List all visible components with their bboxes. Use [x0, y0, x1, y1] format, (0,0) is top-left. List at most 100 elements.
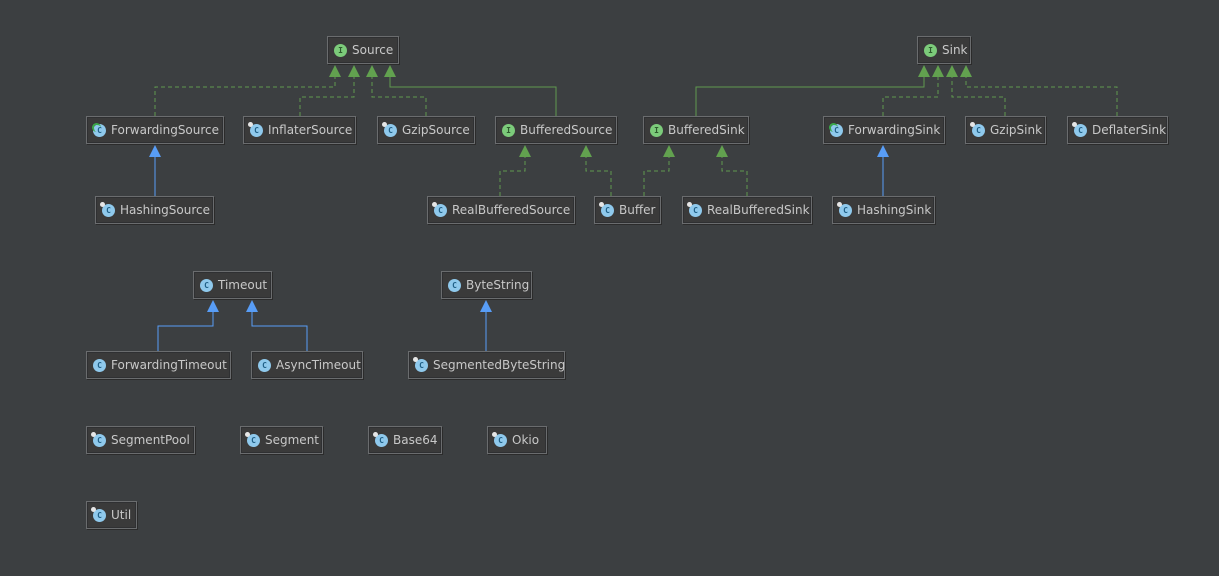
final-marker-icon [492, 431, 497, 437]
arrowhead-icon [960, 65, 972, 77]
edge-real-buffered-sink-to-buffered-sink [716, 145, 748, 196]
final-marker-icon [100, 201, 105, 207]
class-icon: C [837, 201, 852, 217]
abstract-class-icon: C [92, 122, 106, 137]
node-segment-pool[interactable]: C SegmentPool [86, 426, 195, 454]
node-buffered-source[interactable]: I BufferedSource [495, 116, 617, 144]
node-base64[interactable]: C Base64 [368, 426, 442, 454]
class-icon: C [1072, 121, 1087, 137]
edge-async-timeout-to-timeout [246, 300, 308, 351]
node-segmented-byte-string[interactable]: C SegmentedByteString [408, 351, 565, 379]
edge-hashing-sink-to-forwarding-sink [877, 145, 889, 196]
edge-line [251, 312, 308, 351]
arrowhead-icon [384, 65, 396, 77]
node-okio[interactable]: C Okio [487, 426, 547, 454]
edges-layer [149, 65, 1118, 351]
node-forwarding-sink[interactable]: C ForwardingSink [823, 116, 945, 144]
arrowhead-icon [348, 65, 360, 77]
node-byte-string[interactable]: C ByteString [441, 271, 532, 299]
node-label: RealBufferedSource [452, 203, 571, 217]
node-util[interactable]: C Util [86, 501, 137, 529]
node-sink[interactable]: I Sink [917, 36, 971, 64]
class-icon: C [248, 121, 263, 137]
node-real-buffered-source[interactable]: C RealBufferedSource [427, 196, 575, 224]
edge-line [695, 77, 925, 116]
node-label: HashingSink [857, 203, 932, 217]
arrowhead-icon [663, 145, 675, 157]
final-marker-icon [413, 356, 418, 362]
edge-buffer-to-buffered-source [580, 145, 612, 196]
edge-buffer-to-buffered-sink [643, 145, 675, 196]
arrowhead-icon [480, 300, 492, 312]
edge-line [585, 157, 612, 196]
class-icon: C [245, 431, 260, 447]
arrowhead-icon [946, 65, 958, 77]
class-icon: C [970, 121, 985, 137]
edge-gzip-sink-to-sink [946, 65, 1006, 116]
arrowhead-icon [329, 65, 341, 77]
final-marker-icon [687, 201, 692, 207]
node-label: BufferedSource [520, 123, 613, 137]
node-hashing-sink[interactable]: C HashingSink [832, 196, 935, 224]
node-deflater-sink[interactable]: C DeflaterSink [1067, 116, 1168, 144]
node-buffer[interactable]: C Buffer [594, 196, 661, 224]
edge-forwarding-source-to-source [154, 65, 341, 116]
node-label: GzipSink [990, 123, 1043, 137]
node-forwarding-source[interactable]: C ForwardingSource [86, 116, 224, 144]
node-label: Source [352, 43, 394, 57]
class-icon: C [373, 431, 388, 447]
edge-deflater-sink-to-sink [960, 65, 1118, 116]
node-label: Timeout [218, 278, 268, 292]
edge-forwarding-timeout-to-timeout [157, 300, 219, 351]
node-async-timeout[interactable]: C AsyncTimeout [251, 351, 363, 379]
node-label: ForwardingSource [111, 123, 220, 137]
edge-line [882, 77, 939, 116]
node-label: Sink [942, 43, 968, 57]
class-icon: C [100, 201, 115, 217]
edge-line [154, 77, 336, 116]
node-label: RealBufferedSink [707, 203, 810, 217]
class-icon: C [91, 431, 106, 447]
edge-segmented-byte-string-to-byte-string [480, 300, 492, 351]
node-label: DeflaterSink [1092, 123, 1167, 137]
arrowhead-icon [877, 145, 889, 157]
node-label: AsyncTimeout [276, 358, 361, 372]
final-marker-icon [245, 431, 250, 437]
final-marker-icon [91, 506, 96, 512]
class-icon: C [382, 121, 397, 137]
interface-icon: I [502, 123, 515, 137]
class-icon: C [492, 431, 507, 447]
node-label: Segment [265, 433, 319, 447]
node-gzip-sink[interactable]: C GzipSink [965, 116, 1046, 144]
node-label: Okio [512, 433, 540, 447]
node-timeout[interactable]: C Timeout [193, 271, 272, 299]
edge-real-buffered-source-to-buffered-source [499, 145, 531, 196]
node-gzip-source[interactable]: C GzipSource [377, 116, 475, 144]
node-real-buffered-sink[interactable]: C RealBufferedSink [682, 196, 812, 224]
node-inflater-source[interactable]: C InflaterSource [243, 116, 356, 144]
final-marker-icon [248, 121, 253, 127]
node-hashing-source[interactable]: C HashingSource [95, 196, 214, 224]
node-label: ForwardingSink [848, 123, 941, 137]
arrowhead-icon [519, 145, 531, 157]
interface-icon: I [334, 43, 347, 57]
node-label: Buffer [619, 203, 656, 217]
final-marker-icon [373, 431, 378, 437]
node-forwarding-timeout[interactable]: C ForwardingTimeout [86, 351, 231, 379]
edge-line [721, 157, 748, 196]
node-label: SegmentPool [111, 433, 190, 447]
edge-line [157, 312, 214, 351]
class-icon: C [599, 201, 614, 217]
node-label: InflaterSource [268, 123, 353, 137]
node-buffered-sink[interactable]: I BufferedSink [643, 116, 749, 144]
node-label: Util [111, 508, 132, 522]
arrowhead-icon [716, 145, 728, 157]
arrowhead-icon [918, 65, 930, 77]
node-label: ByteString [466, 278, 530, 292]
final-marker-icon [91, 431, 96, 437]
arrowhead-icon [932, 65, 944, 77]
interface-icon: I [924, 43, 937, 57]
node-segment[interactable]: C Segment [240, 426, 323, 454]
node-source[interactable]: I Source [327, 36, 399, 64]
class-icon: C [448, 278, 461, 292]
